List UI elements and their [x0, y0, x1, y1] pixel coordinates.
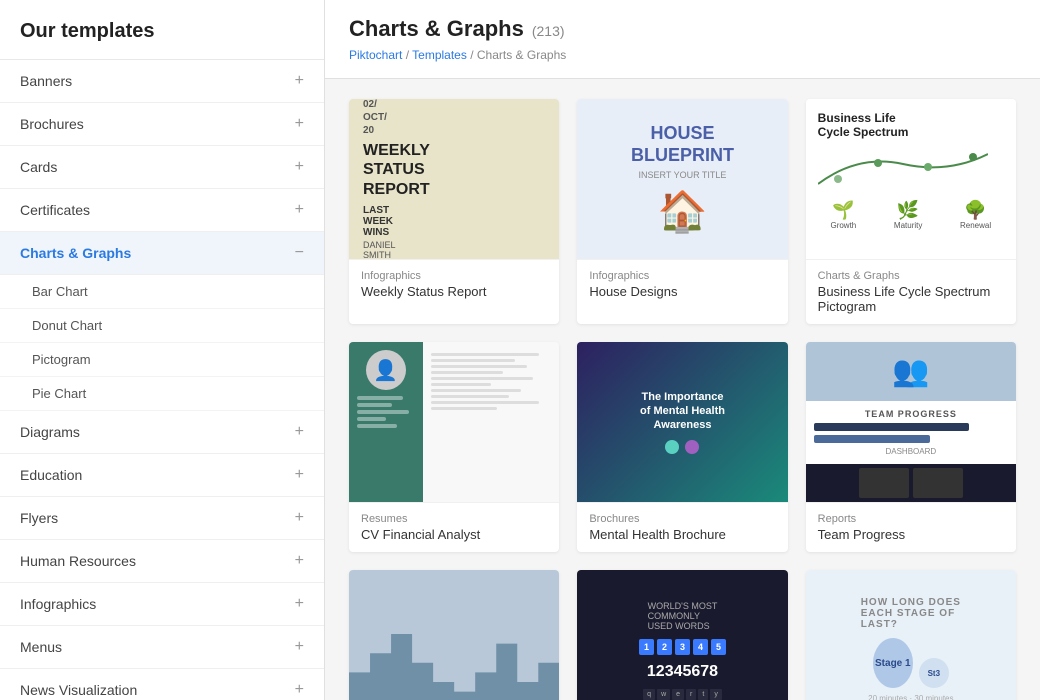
card-house-designs[interactable]: HOUSEBLUEPRINT INSERT YOUR TITLE 🏠 Infog…: [577, 99, 787, 324]
expand-icon: +: [295, 681, 304, 699]
card-category: Resumes: [361, 513, 547, 525]
sidebar-item-banners[interactable]: Banners +: [0, 60, 324, 103]
card-business-lifecycle[interactable]: Business LifeCycle Spectrum 🌱Growth 🌿Mat: [806, 99, 1016, 324]
card-team-progress[interactable]: 👥 TEAM PROGRESS DASHBOARD Reports Team P: [806, 342, 1016, 552]
sidebar-item-cards[interactable]: Cards +: [0, 146, 324, 189]
card-name: House Designs: [589, 284, 775, 299]
submenu-bar-chart[interactable]: Bar Chart: [0, 275, 324, 309]
sidebar-item-news-visualization[interactable]: News Visualization +: [0, 669, 324, 700]
sidebar-item-education[interactable]: Education +: [0, 454, 324, 497]
breadcrumb-piktochart[interactable]: Piktochart: [349, 48, 402, 62]
breadcrumb: Piktochart / Templates / Charts & Graphs: [349, 48, 1016, 62]
main-content: Charts & Graphs (213) Piktochart / Templ…: [325, 0, 1040, 700]
card-name: Weekly Status Report: [361, 284, 547, 299]
submenu-donut-chart[interactable]: Donut Chart: [0, 309, 324, 343]
card-info-weekly: Infographics Weekly Status Report: [349, 259, 559, 309]
card-name: Mental Health Brochure: [589, 527, 775, 542]
card-info-team: Reports Team Progress: [806, 502, 1016, 552]
expand-icon: +: [295, 72, 304, 90]
card-thumb-mental: The Importanceof Mental HealthAwareness: [577, 342, 787, 502]
card-info-house: Infographics House Designs: [577, 259, 787, 309]
submenu-pie-chart[interactable]: Pie Chart: [0, 377, 324, 411]
card-thumb-cv: 👤: [349, 342, 559, 502]
card-thumb-keyboard: WORLD'S MOSTCOMMONLYUSED WORDS 1 2 3 4 5…: [577, 570, 787, 700]
card-category: Infographics: [589, 270, 775, 282]
collapse-icon: −: [295, 244, 304, 262]
sidebar-item-certificates[interactable]: Certificates +: [0, 189, 324, 232]
card-info-lifecycle: Charts & Graphs Business Life Cycle Spec…: [806, 259, 1016, 324]
card-stage-chart[interactable]: HOW LONG DOESEACH STAGE OFLAST? Stage 1 …: [806, 570, 1016, 700]
card-category: Brochures: [589, 513, 775, 525]
expand-icon: +: [295, 423, 304, 441]
house-icon: 🏠: [658, 188, 708, 235]
expand-icon: +: [295, 595, 304, 613]
sidebar-title: Our templates: [0, 20, 324, 60]
card-name: Business Life Cycle Spectrum Pictogram: [818, 284, 1004, 314]
card-info-mental: Brochures Mental Health Brochure: [577, 502, 787, 552]
sidebar-item-charts-graphs[interactable]: Charts & Graphs −: [0, 232, 324, 275]
card-category: Infographics: [361, 270, 547, 282]
card-weekly-status[interactable]: 02/OCT/20 WEEKLYSTATUSREPORT LASTWEEKWIN…: [349, 99, 559, 324]
card-city[interactable]: Charts & Graphs City Infrastructure: [349, 570, 559, 700]
sidebar: Our templates Banners + Brochures + Card…: [0, 0, 325, 700]
expand-icon: +: [295, 509, 304, 527]
page-title: Charts & Graphs: [349, 16, 524, 42]
card-cv-financial[interactable]: 👤: [349, 342, 559, 552]
card-thumb-lifecycle: Business LifeCycle Spectrum 🌱Growth 🌿Mat: [806, 99, 1016, 259]
sidebar-item-diagrams[interactable]: Diagrams +: [0, 411, 324, 454]
page-header: Charts & Graphs (213) Piktochart / Templ…: [325, 0, 1040, 79]
sidebar-item-brochures[interactable]: Brochures +: [0, 103, 324, 146]
sidebar-item-infographics[interactable]: Infographics +: [0, 583, 324, 626]
page-count: (213): [532, 23, 565, 39]
expand-icon: +: [295, 201, 304, 219]
breadcrumb-templates[interactable]: Templates: [412, 48, 467, 62]
card-keyboard[interactable]: WORLD'S MOSTCOMMONLYUSED WORDS 1 2 3 4 5…: [577, 570, 787, 700]
submenu-pictogram[interactable]: Pictogram: [0, 343, 324, 377]
sidebar-item-flyers[interactable]: Flyers +: [0, 497, 324, 540]
card-info-cv: Resumes CV Financial Analyst: [349, 502, 559, 552]
template-grid: 02/OCT/20 WEEKLYSTATUSREPORT LASTWEEKWIN…: [325, 79, 1040, 700]
card-category: Charts & Graphs: [818, 270, 1004, 282]
sidebar-item-menus[interactable]: Menus +: [0, 626, 324, 669]
card-name: Team Progress: [818, 527, 1004, 542]
sidebar-item-human-resources[interactable]: Human Resources +: [0, 540, 324, 583]
card-thumb-city: [349, 570, 559, 700]
expand-icon: +: [295, 638, 304, 656]
card-thumb-stage: HOW LONG DOESEACH STAGE OFLAST? Stage 1 …: [806, 570, 1016, 700]
breadcrumb-current: Charts & Graphs: [477, 48, 566, 62]
card-thumb-team: 👥 TEAM PROGRESS DASHBOARD: [806, 342, 1016, 502]
card-thumb-house: HOUSEBLUEPRINT INSERT YOUR TITLE 🏠: [577, 99, 787, 259]
charts-submenu: Bar Chart Donut Chart Pictogram Pie Char…: [0, 275, 324, 411]
expand-icon: +: [295, 466, 304, 484]
cv-photo: 👤: [366, 350, 406, 390]
card-name: CV Financial Analyst: [361, 527, 547, 542]
card-mental-health[interactable]: The Importanceof Mental HealthAwareness …: [577, 342, 787, 552]
card-category: Reports: [818, 513, 1004, 525]
card-thumb-weekly: 02/OCT/20 WEEKLYSTATUSREPORT LASTWEEKWIN…: [349, 99, 559, 259]
expand-icon: +: [295, 115, 304, 133]
expand-icon: +: [295, 552, 304, 570]
expand-icon: +: [295, 158, 304, 176]
